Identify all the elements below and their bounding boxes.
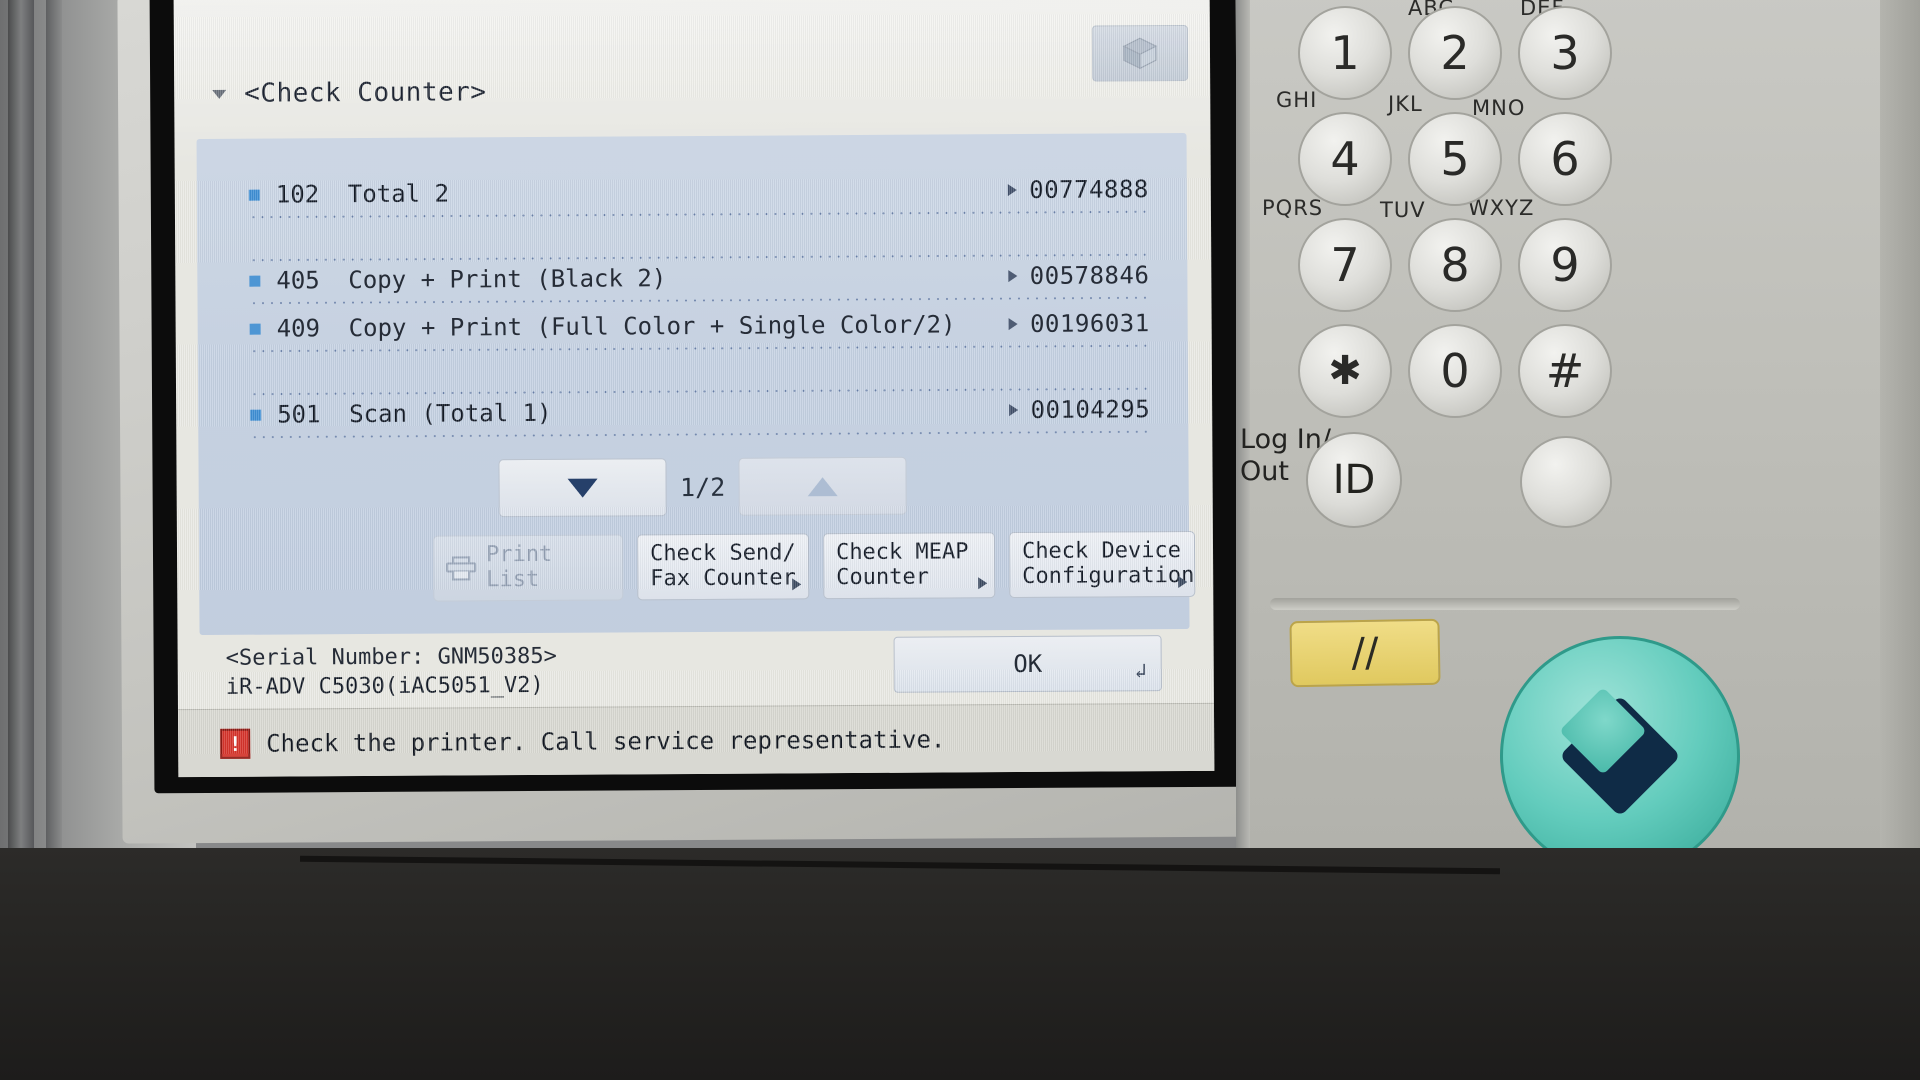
chevron-right-icon <box>792 578 802 591</box>
panel-seam <box>1270 598 1740 610</box>
key-1[interactable]: 1 <box>1298 6 1392 100</box>
value-arrow-icon <box>1008 184 1018 197</box>
value-arrow-icon <box>1009 318 1019 331</box>
model-name: iR-ADV C5030(iAC5051_V2) <box>225 672 544 700</box>
check-send-fax-counter-label: Check Send/ Fax Counter <box>649 540 796 592</box>
ok-label: OK <box>1013 649 1043 679</box>
counter-label: Copy + Print (Black 2) <box>348 264 667 295</box>
key-6[interactable]: 6 <box>1518 112 1612 206</box>
key-5[interactable]: 5 <box>1408 112 1502 206</box>
status-message: Check the printer. Call service represen… <box>266 724 946 758</box>
check-device-configuration-button[interactable]: Check Device Configuration <box>1008 530 1196 599</box>
desk-surface <box>0 848 1920 1080</box>
page-title-row: <Check Counter> <box>212 77 487 109</box>
check-device-configuration-label: Check Device Configuration <box>1021 538 1195 589</box>
ok-button[interactable]: OK ↲ <box>893 635 1162 693</box>
reset-key[interactable]: // <box>1289 618 1441 688</box>
value-arrow-icon <box>1008 270 1018 283</box>
bullet-icon <box>249 323 261 335</box>
status-message-bar: ! Check the printer. Call service repres… <box>177 702 1215 778</box>
panel-groove-outer <box>8 0 34 852</box>
page-down-button[interactable] <box>498 458 667 518</box>
counter-row[interactable]: 405 Copy + Print (Black 2) 00578846 <box>249 253 1150 305</box>
key-8[interactable]: 8 <box>1408 218 1502 312</box>
key-9[interactable]: 9 <box>1518 218 1612 312</box>
counter-label: Scan (Total 1) <box>349 398 552 429</box>
chevron-up-icon <box>807 476 838 496</box>
counter-content-panel: 102 Total 2 00774888 405 Copy + Print (B… <box>196 132 1196 636</box>
page-indicator: 1/2 <box>679 472 726 502</box>
keypad-letters-mno: MNO <box>1472 96 1526 120</box>
counter-value: 00196031 <box>1029 309 1150 338</box>
caret-down-icon <box>212 89 227 99</box>
counter-row[interactable]: 102 Total 2 00774888 <box>248 167 1149 219</box>
key-hash[interactable]: # <box>1518 324 1612 418</box>
chevron-right-icon <box>1178 575 1188 589</box>
counter-label: Total 2 <box>347 179 450 209</box>
leader-dots <box>250 387 1151 396</box>
page-up-button[interactable] <box>738 456 907 516</box>
service-alert-icon: ! <box>220 728 251 759</box>
panel-right-edge <box>1880 0 1920 852</box>
counter-code: 405 <box>276 266 320 295</box>
key-7[interactable]: 7 <box>1298 218 1392 312</box>
lcd-touchscreen[interactable]: <Check Counter> 102 Total 2 00774888 405… <box>173 0 1215 778</box>
counter-row[interactable]: 409 Copy + Print (Full Color + Single Co… <box>249 301 1150 353</box>
counter-list: 102 Total 2 00774888 405 Copy + Print (B… <box>248 167 1151 439</box>
counter-code: 501 <box>277 400 321 429</box>
copier-control-panel-photo: <Check Counter> 102 Total 2 00774888 405… <box>0 0 1920 1080</box>
chevron-down-icon <box>567 478 598 498</box>
value-arrow-icon <box>1009 404 1019 417</box>
bullet-icon <box>249 275 261 287</box>
cube-icon[interactable] <box>1091 24 1189 82</box>
logout-label: Out <box>1240 456 1289 487</box>
key-asterisk[interactable]: ✱ <box>1298 324 1392 418</box>
counter-code: 409 <box>276 314 321 343</box>
key-0[interactable]: 0 <box>1408 324 1502 418</box>
chevron-right-icon <box>978 577 988 590</box>
check-send-fax-counter-button[interactable]: Check Send/ Fax Counter <box>636 533 810 601</box>
keypad-letters-jkl: JKL <box>1388 92 1423 116</box>
id-key[interactable]: ID <box>1306 432 1402 528</box>
print-list-label: Print List <box>485 542 553 593</box>
check-meap-counter-button[interactable]: Check MEAP Counter <box>822 532 996 600</box>
key-2[interactable]: 2 <box>1408 6 1502 100</box>
return-arrow-icon: ↲ <box>1134 658 1147 683</box>
counter-label: Copy + Print (Full Color + Single Color/… <box>348 310 956 343</box>
device-info: <Serial Number: GNM50385> iR-ADV C5030(i… <box>226 643 557 702</box>
panel-groove-inner <box>46 0 62 852</box>
bullet-icon <box>250 409 262 421</box>
counter-row[interactable]: 501 Scan (Total 1) 00104295 <box>250 387 1151 439</box>
counter-value: 00578846 <box>1029 261 1150 290</box>
leader-dots <box>248 210 1149 219</box>
key-3[interactable]: 3 <box>1518 6 1612 100</box>
key-4[interactable]: 4 <box>1298 112 1392 206</box>
leader-dots <box>250 430 1151 439</box>
key-extra[interactable] <box>1520 436 1612 528</box>
counter-code: 102 <box>275 180 320 209</box>
bullet-icon <box>248 189 260 201</box>
keypad-letters-pqrs: PQRS <box>1262 196 1324 220</box>
print-list-button[interactable]: Print List <box>432 534 624 602</box>
counter-value: 00774888 <box>1029 175 1149 204</box>
page-title: <Check Counter> <box>244 77 487 109</box>
pagination-control: 1/2 <box>498 456 907 518</box>
counter-value: 00104295 <box>1030 395 1151 424</box>
action-button-row: Print List Check Send/ Fax Counter Check… <box>432 530 1196 602</box>
check-meap-counter-label: Check MEAP Counter <box>835 539 969 591</box>
keypad-letters-tuv: TUV <box>1380 198 1426 222</box>
printer-icon <box>446 556 477 581</box>
keypad-letters-ghi: GHI <box>1276 88 1318 112</box>
leader-dots <box>249 253 1150 262</box>
leader-dots <box>249 344 1150 353</box>
serial-number: <Serial Number: GNM50385> <box>225 643 557 671</box>
